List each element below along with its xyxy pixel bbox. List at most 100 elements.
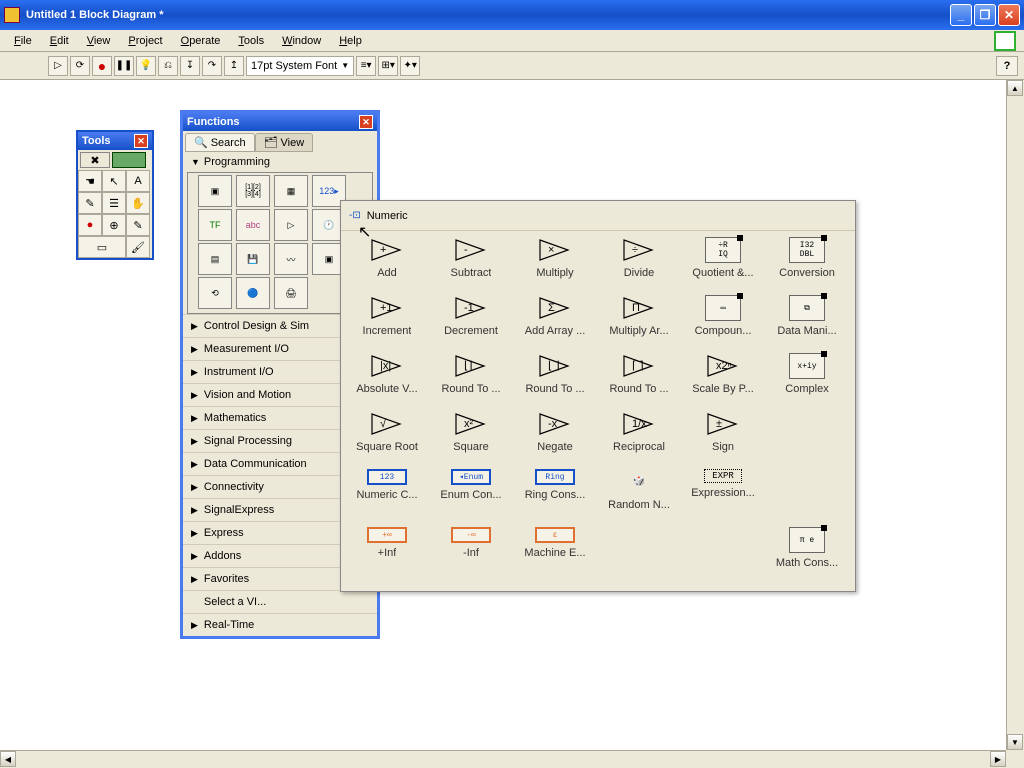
report-subpalette[interactable]: 🖨 — [274, 277, 308, 309]
wiring-tool[interactable]: ✎ — [78, 192, 102, 214]
numeric-palette-item[interactable]: ΣAdd Array ... — [513, 295, 597, 353]
color-tool[interactable]: ▭ — [78, 236, 126, 258]
numeric-palette-item[interactable]: +1Increment — [345, 295, 429, 353]
waveform-subpalette[interactable]: 〰 — [274, 243, 308, 275]
numeric-palette-item[interactable]: EXPRExpression... — [681, 469, 765, 527]
numeric-palette-item[interactable]: ±Sign — [681, 411, 765, 469]
numeric-palette-item[interactable]: ÷R IQQuotient &... — [681, 237, 765, 295]
functions-view-tab[interactable]: 🗂 View — [255, 133, 314, 152]
numeric-palette-item[interactable]: ΠMultiply Ar... — [597, 295, 681, 353]
tools-palette-close-button[interactable]: ✕ — [134, 134, 148, 148]
numeric-palette-item[interactable]: 1/xReciprocal — [597, 411, 681, 469]
numeric-palette-item[interactable]: RingRing Cons... — [513, 469, 597, 527]
numeric-palette-item[interactable]: εMachine E... — [513, 527, 597, 585]
scroll-left-button[interactable]: ◀ — [0, 751, 16, 767]
numeric-palette-item[interactable]: x²Square — [429, 411, 513, 469]
color-copy-tool[interactable]: ✎ — [126, 214, 150, 236]
run-continuous-button[interactable]: ⟳ — [70, 56, 90, 76]
menu-help[interactable]: Help — [331, 33, 370, 49]
menu-tools[interactable]: Tools — [230, 33, 272, 49]
vertical-scrollbar[interactable]: ▲ ▼ — [1006, 80, 1024, 750]
numeric-palette-item[interactable]: ÷Divide — [597, 237, 681, 295]
numeric-palette-item[interactable]: -∞-Inf — [429, 527, 513, 585]
font-selector[interactable]: 17pt System Font ▼ — [246, 56, 354, 76]
programming-category-header[interactable]: ▼ Programming — [183, 152, 377, 172]
align-button[interactable]: ≡▾ — [356, 56, 376, 76]
scroll-up-button[interactable]: ▲ — [1007, 80, 1023, 96]
numeric-palette-item[interactable]: √Square Root — [345, 411, 429, 469]
probe-tool[interactable]: ⊕ — [102, 214, 126, 236]
functions-category-item[interactable]: ▶Real-Time — [183, 613, 377, 636]
tools-palette-header[interactable]: Tools ✕ — [78, 132, 152, 150]
run-button[interactable]: ▷ — [48, 56, 68, 76]
functions-search-tab[interactable]: 🔍 Search — [185, 133, 255, 152]
numeric-subpalette-flyout[interactable]: -⊡ Numeric +Add-Subtract×Multiply÷Divide… — [340, 200, 856, 592]
numeric-palette-item[interactable]: x2ⁿScale By P... — [681, 353, 765, 411]
tools-palette[interactable]: Tools ✕ ✖ ☚ ↖ A ✎ ☰ ✋ ● ⊕ ✎ ▭ 🖌 — [76, 130, 154, 260]
numeric-palette-item[interactable]: -1Decrement — [429, 295, 513, 353]
numeric-palette-item[interactable]: -Subtract — [429, 237, 513, 295]
breakpoint-tool[interactable]: ● — [78, 214, 102, 236]
comparison-subpalette[interactable]: ▷ — [274, 209, 308, 241]
numeric-palette-item[interactable]: ◂EnumEnum Con... — [429, 469, 513, 527]
scroll-down-button[interactable]: ▼ — [1007, 734, 1023, 750]
numeric-palette-item[interactable]: ⌊ ⌋Round To ... — [513, 353, 597, 411]
pause-button[interactable]: ❚❚ — [114, 56, 134, 76]
window-minimize-button[interactable]: _ — [950, 4, 972, 26]
position-tool[interactable]: ↖ — [102, 170, 126, 192]
pin-icon[interactable]: -⊡ — [349, 210, 361, 221]
menu-project[interactable]: Project — [120, 33, 170, 49]
numeric-palette-item[interactable]: x+iyComplex — [765, 353, 849, 411]
functions-palette-header[interactable]: Functions ✕ — [183, 113, 377, 131]
array-subpalette[interactable]: [1][2][3][4] — [236, 175, 270, 207]
auto-tool-icon[interactable]: ✖ — [80, 152, 110, 168]
numeric-palette-item[interactable]: +∞+Inf — [345, 527, 429, 585]
menu-operate[interactable]: Operate — [173, 33, 229, 49]
highlight-exec-button[interactable]: 💡 — [136, 56, 156, 76]
fileio-subpalette[interactable]: 💾 — [236, 243, 270, 275]
cleanup-button[interactable]: ✦▾ — [400, 56, 420, 76]
functions-category-item[interactable]: ▶Select a VI... — [183, 590, 377, 613]
numeric-palette-item[interactable]: ▭Compoun... — [681, 295, 765, 353]
dialog-subpalette[interactable]: ▤ — [198, 243, 232, 275]
distribute-button[interactable]: ⊞▾ — [378, 56, 398, 76]
functions-palette-close-button[interactable]: ✕ — [359, 115, 373, 129]
abort-button[interactable]: ● — [92, 56, 112, 76]
numeric-palette-item[interactable]: 🎲Random N... — [597, 469, 681, 527]
cluster-subpalette[interactable]: ▦ — [274, 175, 308, 207]
graphics-subpalette[interactable]: 🔵 — [236, 277, 270, 309]
step-over-button[interactable]: ↷ — [202, 56, 222, 76]
auto-tool-led[interactable] — [112, 152, 146, 168]
window-maximize-button[interactable]: ❐ — [974, 4, 996, 26]
numeric-palette-item[interactable]: |x|Absolute V... — [345, 353, 429, 411]
numeric-palette-item[interactable]: ×Multiply — [513, 237, 597, 295]
scroll-tool[interactable]: ✋ — [126, 192, 150, 214]
menu-edit[interactable]: Edit — [42, 33, 77, 49]
window-close-button[interactable]: ✕ — [998, 4, 1020, 26]
structures-subpalette[interactable]: ▣ — [198, 175, 232, 207]
context-help-button[interactable]: ? — [996, 56, 1018, 76]
vi-icon[interactable] — [994, 31, 1016, 51]
operate-tool[interactable]: ☚ — [78, 170, 102, 192]
numeric-palette-item[interactable]: 123Numeric C... — [345, 469, 429, 527]
text-tool[interactable]: A — [126, 170, 150, 192]
retain-wire-button[interactable]: ⎌ — [158, 56, 178, 76]
shortcut-menu-tool[interactable]: ☰ — [102, 192, 126, 214]
boolean-subpalette[interactable]: TF — [198, 209, 232, 241]
numeric-palette-item[interactable]: ⌊⌉Round To ... — [429, 353, 513, 411]
color-brush-tool[interactable]: 🖌 — [126, 236, 150, 258]
numeric-palette-item[interactable]: π eMath Cons... — [765, 527, 849, 585]
numeric-palette-item[interactable]: -xNegate — [513, 411, 597, 469]
numeric-palette-item[interactable]: +Add — [345, 237, 429, 295]
string-subpalette[interactable]: abc — [236, 209, 270, 241]
scroll-right-button[interactable]: ▶ — [990, 751, 1006, 767]
sync-subpalette[interactable]: ⟲ — [198, 277, 232, 309]
numeric-palette-item[interactable]: ⧉Data Mani... — [765, 295, 849, 353]
step-into-button[interactable]: ↧ — [180, 56, 200, 76]
step-out-button[interactable]: ↥ — [224, 56, 244, 76]
menu-file[interactable]: File — [6, 33, 40, 49]
horizontal-scrollbar[interactable]: ◀ ▶ — [0, 750, 1006, 768]
numeric-palette-item[interactable]: ⌈ ⌉Round To ... — [597, 353, 681, 411]
menu-view[interactable]: View — [79, 33, 119, 49]
menu-window[interactable]: Window — [274, 33, 329, 49]
